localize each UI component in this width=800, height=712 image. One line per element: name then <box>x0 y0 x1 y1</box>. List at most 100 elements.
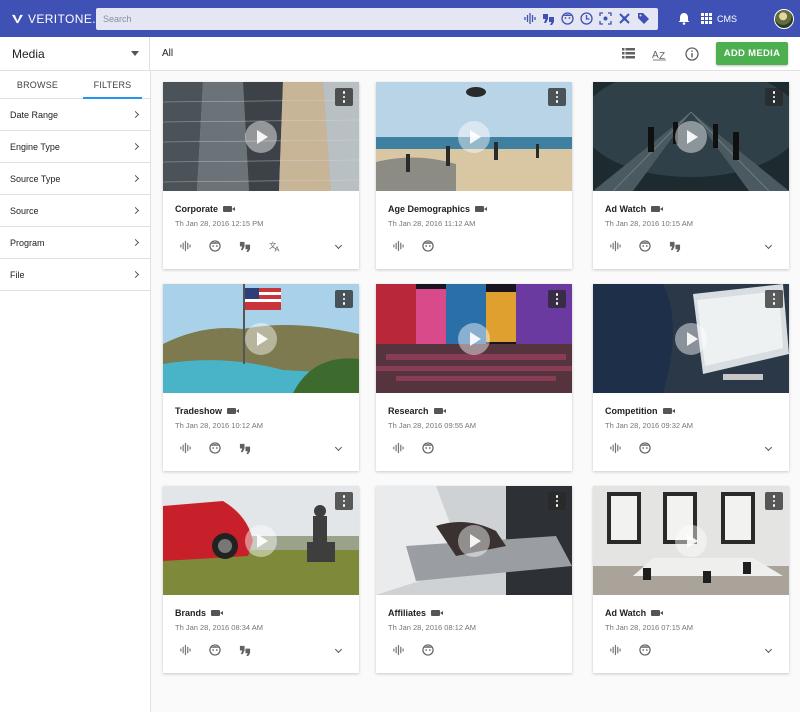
media-thumbnail[interactable] <box>163 284 359 393</box>
waveform-icon[interactable] <box>523 12 536 25</box>
media-card[interactable]: Competition Th Jan 28, 2016 09:32 AM <box>593 284 789 471</box>
media-thumbnail[interactable] <box>593 82 789 191</box>
video-camera-icon <box>475 206 488 212</box>
translate-icon[interactable]: 文A <box>269 240 281 252</box>
waveform-icon[interactable] <box>609 240 621 252</box>
chevron-down-icon[interactable] <box>764 645 773 654</box>
face-icon[interactable] <box>422 442 434 454</box>
brand[interactable]: VERITONE. <box>12 12 96 26</box>
play-icon[interactable] <box>675 524 707 557</box>
media-thumbnail[interactable] <box>376 284 572 393</box>
face-icon[interactable] <box>209 442 221 454</box>
media-thumbnail[interactable] <box>163 486 359 595</box>
search-bar[interactable] <box>96 7 658 30</box>
more-options-icon[interactable] <box>335 492 353 510</box>
logo-detect-icon[interactable] <box>618 12 631 25</box>
tab-browse[interactable]: BROWSE <box>0 71 75 98</box>
waveform-icon[interactable] <box>179 644 191 656</box>
transcript-icon[interactable] <box>542 12 555 25</box>
media-thumbnail[interactable] <box>593 486 789 595</box>
filter-file[interactable]: File <box>0 259 150 291</box>
media-dropdown[interactable]: Media <box>0 36 150 71</box>
chevron-down-icon[interactable] <box>334 645 343 654</box>
more-options-icon[interactable] <box>548 290 566 308</box>
play-icon[interactable] <box>245 524 277 557</box>
face-icon[interactable] <box>639 442 651 454</box>
transcript-icon[interactable] <box>239 644 251 656</box>
filter-program[interactable]: Program <box>0 227 150 259</box>
sentiment-icon[interactable] <box>580 12 593 25</box>
transcript-icon[interactable] <box>239 442 251 454</box>
media-thumbnail[interactable] <box>163 82 359 191</box>
face-icon[interactable] <box>639 644 651 656</box>
face-icon[interactable] <box>561 12 574 25</box>
face-icon[interactable] <box>422 240 434 252</box>
media-card[interactable]: Brands Th Jan 28, 2016 08:34 AM <box>163 486 359 673</box>
face-icon[interactable] <box>639 240 651 252</box>
more-options-icon[interactable] <box>765 290 783 308</box>
object-icon[interactable] <box>599 12 612 25</box>
media-card[interactable]: Ad Watch Th Jan 28, 2016 10:15 AM <box>593 82 789 269</box>
play-icon[interactable] <box>458 322 490 355</box>
media-thumbnail[interactable] <box>376 82 572 191</box>
play-icon[interactable] <box>458 120 490 153</box>
more-options-icon[interactable] <box>335 88 353 106</box>
media-card[interactable]: Ad Watch Th Jan 28, 2016 07:15 AM <box>593 486 789 673</box>
filter-source[interactable]: Source <box>0 195 150 227</box>
waveform-icon[interactable] <box>179 240 191 252</box>
face-icon[interactable] <box>209 644 221 656</box>
sort-az-icon[interactable]: AZ <box>652 46 668 62</box>
filter-label: Date Range <box>10 109 59 120</box>
card-title: Research <box>388 406 446 416</box>
transcript-icon[interactable] <box>669 240 681 252</box>
filter-engine-type[interactable]: Engine Type <box>0 131 150 163</box>
waveform-icon[interactable] <box>609 644 621 656</box>
more-options-icon[interactable] <box>765 492 783 510</box>
media-thumbnail[interactable] <box>376 486 572 595</box>
waveform-icon[interactable] <box>392 240 404 252</box>
media-card[interactable]: Research Th Jan 28, 2016 09:55 AM <box>376 284 572 471</box>
search-input[interactable] <box>103 13 503 24</box>
avatar[interactable] <box>774 8 794 29</box>
play-icon[interactable] <box>675 322 707 355</box>
media-card[interactable]: Corporate Th Jan 28, 2016 12:15 PM 文A <box>163 82 359 269</box>
waveform-icon[interactable] <box>392 442 404 454</box>
more-options-icon[interactable] <box>765 88 783 106</box>
transcript-icon[interactable] <box>239 240 251 252</box>
bell-icon[interactable] <box>678 12 690 25</box>
play-icon[interactable] <box>245 322 277 355</box>
filter-date-range[interactable]: Date Range <box>0 99 150 131</box>
filter-source-type[interactable]: Source Type <box>0 163 150 195</box>
filter-label: File <box>10 269 25 280</box>
card-title: Age Demographics <box>388 204 488 214</box>
more-options-icon[interactable] <box>335 290 353 308</box>
face-icon[interactable] <box>422 644 434 656</box>
waveform-icon[interactable] <box>609 442 621 454</box>
media-thumbnail[interactable] <box>593 284 789 393</box>
play-icon[interactable] <box>458 524 490 557</box>
waveform-icon[interactable] <box>392 644 404 656</box>
chevron-down-icon[interactable] <box>764 241 773 250</box>
play-icon[interactable] <box>245 120 277 153</box>
tab-filters[interactable]: FILTERS <box>75 71 150 99</box>
chevron-down-icon[interactable] <box>334 443 343 452</box>
list-view-icon[interactable] <box>620 46 636 62</box>
face-icon[interactable] <box>209 240 221 252</box>
more-options-icon[interactable] <box>548 88 566 106</box>
filter-label: Source Type <box>10 173 61 184</box>
waveform-icon[interactable] <box>179 442 191 454</box>
chevron-down-icon[interactable] <box>764 443 773 452</box>
chevron-down-icon[interactable] <box>334 241 343 250</box>
more-options-icon[interactable] <box>548 492 566 510</box>
media-card[interactable]: Affiliates Th Jan 28, 2016 08:12 AM <box>376 486 572 673</box>
tag-icon[interactable] <box>637 12 650 25</box>
play-icon[interactable] <box>675 120 707 153</box>
card-title-text: Age Demographics <box>388 204 471 214</box>
caret-down-icon <box>131 51 139 56</box>
add-media-button[interactable]: ADD MEDIA <box>716 42 788 65</box>
app-switcher[interactable]: CMS <box>701 13 737 24</box>
media-card[interactable]: Tradeshow Th Jan 28, 2016 10:12 AM <box>163 284 359 471</box>
info-icon[interactable] <box>684 46 700 62</box>
media-card[interactable]: Age Demographics Th Jan 28, 2016 11:12 A… <box>376 82 572 269</box>
sidebar-tabs: BROWSE FILTERS <box>0 71 150 99</box>
